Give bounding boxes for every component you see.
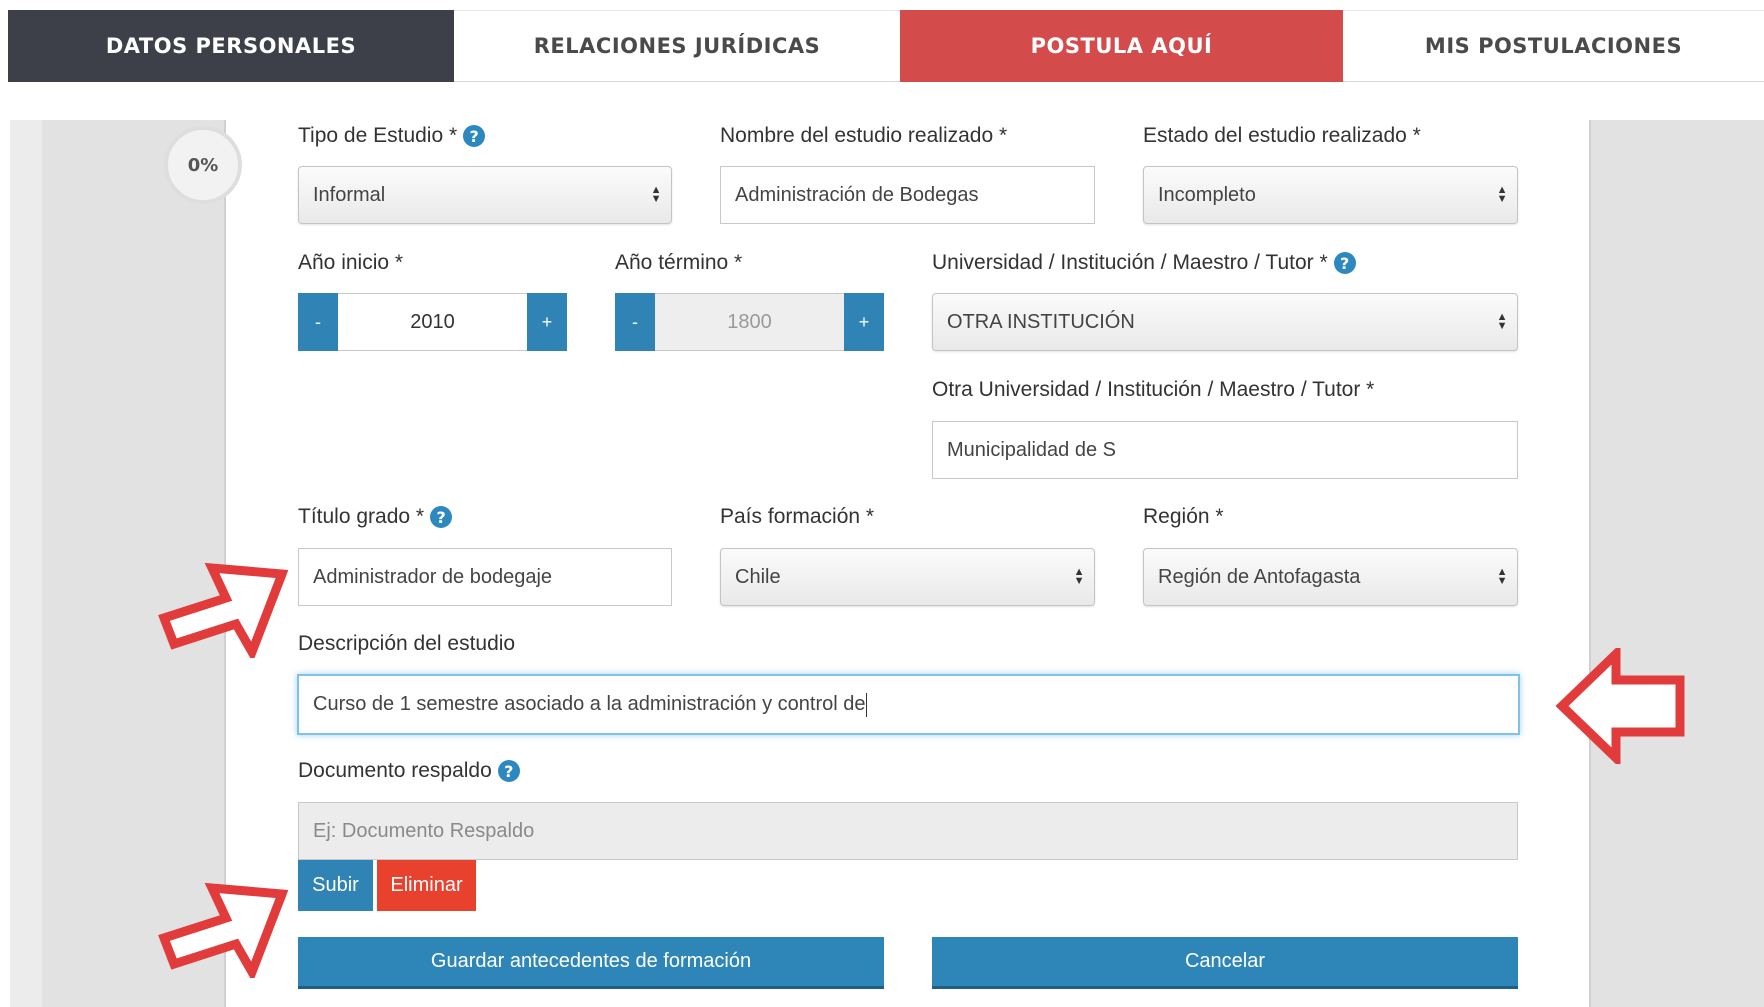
titulo-grado-input[interactable]: Administrador de bodegaje (298, 548, 672, 606)
descripcion-label: Descripción del estudio (298, 632, 515, 656)
region-label-text: Región * (1143, 505, 1224, 528)
tab-datos-personales[interactable]: DATOS PERSONALES (8, 10, 454, 82)
pais-select[interactable]: Chile ▲ ▼ (720, 548, 1095, 606)
anio-inicio-label: Año inicio * (298, 251, 403, 275)
titulo-grado-label: Título grado * ? (298, 505, 453, 529)
universidad-value: OTRA INSTITUCIÓN (947, 310, 1135, 333)
pais-label-text: País formación * (720, 505, 875, 528)
annotation-arrow-icon (158, 882, 288, 978)
select-arrows-icon: ▲ ▼ (1496, 311, 1508, 332)
nombre-estudio-value: Administración de Bodegas (735, 183, 979, 206)
tipo-estudio-select[interactable]: Informal ▲ ▼ (298, 166, 672, 224)
tipo-estudio-label-text: Tipo de Estudio * (298, 124, 458, 147)
help-icon[interactable]: ? (463, 125, 486, 147)
annotation-arrow-icon (158, 562, 288, 658)
anio-termino-label: Año término * (615, 251, 742, 275)
nombre-estudio-label-text: Nombre del estudio realizado * (720, 124, 1008, 147)
guardar-button[interactable]: Guardar antecedentes de formación (298, 937, 884, 989)
universidad-select[interactable]: OTRA INSTITUCIÓN ▲ ▼ (932, 293, 1518, 351)
subir-button[interactable]: Subir (298, 860, 373, 911)
tab-postula-aqui[interactable]: POSTULA AQUÍ (900, 10, 1343, 82)
titulo-grado-label-text: Título grado * (298, 505, 425, 528)
descripcion-value: Curso de 1 semestre asociado a la admini… (313, 693, 866, 715)
right-sidebar-border (1589, 120, 1591, 1007)
select-arrows-icon: ▲ ▼ (1073, 566, 1085, 587)
estado-estudio-select[interactable]: Incompleto ▲ ▼ (1143, 166, 1518, 224)
region-select[interactable]: Región de Antofagasta ▲ ▼ (1143, 548, 1518, 606)
nombre-estudio-label: Nombre del estudio realizado * (720, 124, 1007, 148)
universidad-label-text: Universidad / Institución / Maestro / Tu… (932, 251, 1328, 274)
text-cursor (865, 692, 867, 717)
otra-universidad-input[interactable]: Municipalidad de S (932, 421, 1518, 479)
cancelar-button[interactable]: Cancelar (932, 937, 1518, 989)
pais-value: Chile (735, 565, 781, 588)
tipo-estudio-value: Informal (313, 183, 386, 206)
progress-value: 0% (187, 154, 219, 176)
tipo-estudio-label: Tipo de Estudio * ? (298, 124, 486, 148)
otra-universidad-label: Otra Universidad / Institución / Maestro… (932, 378, 1374, 402)
anio-termino-value: 1800 (727, 310, 772, 333)
documento-placeholder: Ej: Documento Respaldo (313, 819, 535, 842)
tab-relaciones-juridicas[interactable]: RELACIONES JURÍDICAS (454, 10, 900, 82)
select-arrows-icon: ▲ ▼ (1496, 184, 1508, 205)
descripcion-label-text: Descripción del estudio (298, 632, 516, 655)
anio-termino-decrement-button[interactable]: - (615, 293, 655, 351)
anio-inicio-value: 2010 (410, 310, 455, 333)
top-tabs: DATOS PERSONALES RELACIONES JURÍDICAS PO… (0, 0, 1764, 92)
descripcion-input[interactable]: Curso de 1 semestre asociado a la admini… (297, 674, 1520, 735)
help-icon[interactable]: ? (430, 506, 453, 528)
progress-indicator: 0% (164, 126, 242, 204)
otra-universidad-value: Municipalidad de S (947, 438, 1116, 461)
annotation-arrow-icon (1556, 648, 1685, 764)
select-arrows-icon: ▲ ▼ (650, 184, 662, 205)
eliminar-button[interactable]: Eliminar (377, 860, 476, 911)
help-icon[interactable]: ? (1333, 252, 1356, 274)
titulo-grado-value: Administrador de bodegaje (313, 565, 553, 588)
anio-inicio-input[interactable]: 2010 (338, 293, 527, 351)
tab-mis-postulaciones[interactable]: MIS POSTULACIONES (1343, 10, 1764, 82)
select-arrows-icon: ▲ ▼ (1496, 566, 1508, 587)
estado-estudio-label: Estado del estudio realizado * (1143, 124, 1421, 148)
region-value: Región de Antofagasta (1158, 565, 1361, 588)
anio-termino-increment-button[interactable]: + (844, 293, 884, 351)
anio-inicio-decrement-button[interactable]: - (298, 293, 338, 351)
universidad-label: Universidad / Institución / Maestro / Tu… (932, 251, 1356, 275)
documento-label-text: Documento respaldo (298, 759, 492, 782)
anio-inicio-label-text: Año inicio * (298, 251, 404, 274)
documento-label: Documento respaldo ? (298, 759, 520, 783)
region-label: Región * (1143, 505, 1224, 529)
estado-estudio-label-text: Estado del estudio realizado * (1143, 124, 1421, 147)
estado-estudio-value: Incompleto (1158, 183, 1256, 206)
otra-universidad-label-text: Otra Universidad / Institución / Maestro… (932, 378, 1375, 401)
anio-termino-label-text: Año término * (615, 251, 743, 274)
left-sidebar-strip (10, 120, 42, 1007)
anio-termino-input: 1800 (655, 293, 844, 351)
anio-inicio-increment-button[interactable]: + (527, 293, 567, 351)
right-sidebar (1589, 120, 1764, 1007)
help-icon[interactable]: ? (497, 760, 520, 782)
documento-input: Ej: Documento Respaldo (298, 802, 1518, 860)
nombre-estudio-input[interactable]: Administración de Bodegas (720, 166, 1095, 224)
pais-label: País formación * (720, 505, 874, 529)
